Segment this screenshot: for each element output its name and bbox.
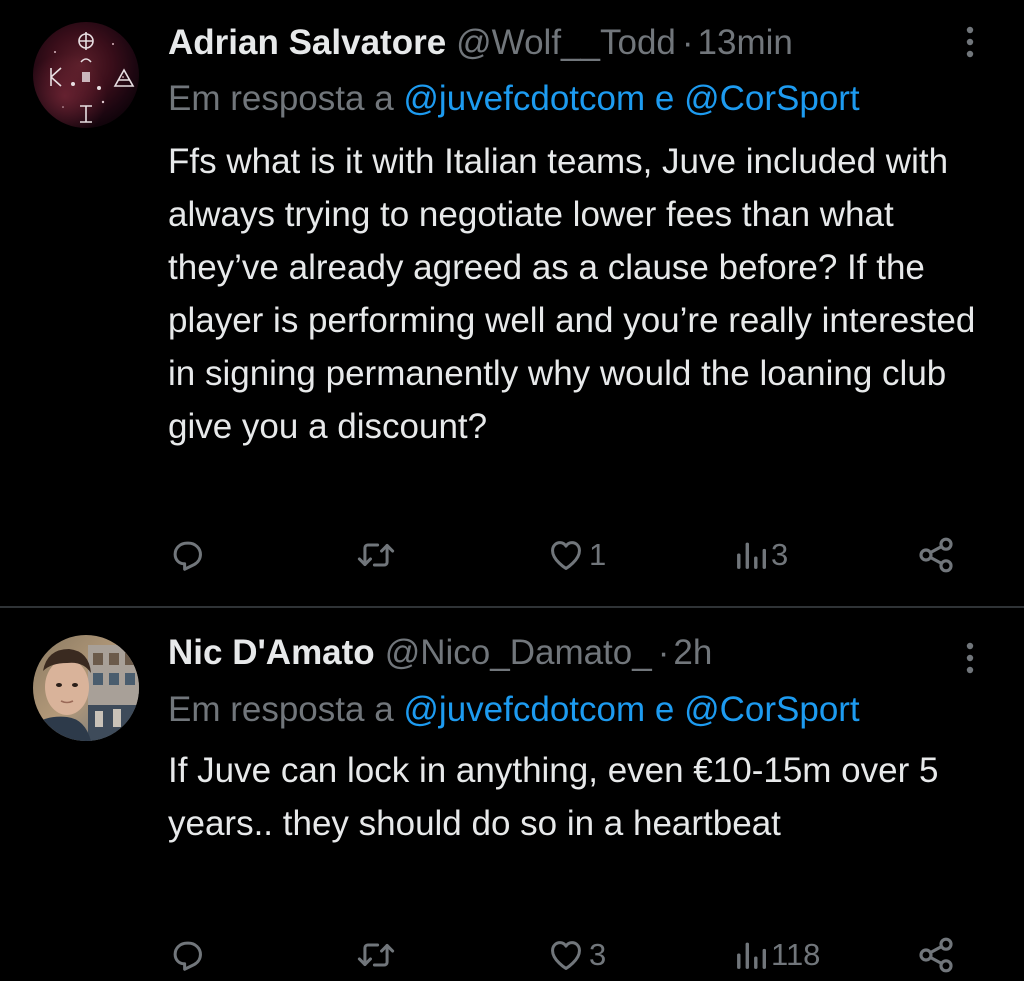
tweet-text: Ffs what is it with Italian teams, Juve … bbox=[168, 142, 976, 446]
heart-icon bbox=[551, 941, 581, 970]
separator: · bbox=[681, 23, 694, 62]
mention-link[interactable]: @juvefcdotcom bbox=[403, 690, 645, 729]
reply-joiner: e bbox=[654, 690, 675, 729]
repost-button[interactable] bbox=[355, 930, 397, 980]
author-name[interactable]: Nic D'Amato bbox=[168, 633, 375, 672]
tweet-text: If Juve can lock in anything, even €10-1… bbox=[168, 751, 939, 843]
share-button[interactable] bbox=[916, 530, 956, 580]
tweet[interactable]: Adrian Salvatore @Wolf__Todd · 13min Em res… bbox=[0, 0, 1024, 606]
mention-link[interactable]: @juvefcdotcom bbox=[403, 79, 645, 118]
reply-icon bbox=[173, 541, 202, 571]
action-bar: 3 118 bbox=[0, 930, 1024, 980]
views-button[interactable]: 3 bbox=[734, 530, 788, 580]
repost-icon bbox=[357, 543, 395, 567]
timestamp[interactable]: 2h bbox=[673, 633, 712, 672]
views-button[interactable]: 118 bbox=[734, 930, 820, 980]
avatar[interactable] bbox=[33, 22, 139, 128]
reply-context: Em resposta a @juvefcdotcom e @CorSport bbox=[168, 689, 860, 731]
reply-icon bbox=[173, 941, 202, 971]
reply-context: Em resposta a @juvefcdotcom e @CorSport bbox=[168, 78, 860, 120]
repost-button[interactable] bbox=[355, 530, 397, 580]
author-handle[interactable]: @Nico_Damato_ bbox=[385, 633, 652, 672]
person-photo-avatar-icon bbox=[33, 635, 139, 741]
more-vertical-icon[interactable] bbox=[958, 638, 982, 682]
occult-symbols-avatar-icon bbox=[33, 22, 139, 128]
timestamp[interactable]: 13min bbox=[698, 23, 793, 62]
reply-prefix: Em resposta a bbox=[168, 79, 394, 118]
author-name[interactable]: Adrian Salvatore bbox=[168, 23, 446, 62]
view-count: 3 bbox=[771, 537, 789, 572]
tweet-header: Nic D'Amato @Nico_Damato_ · 2h bbox=[168, 633, 712, 673]
views-bar-chart-icon bbox=[737, 942, 766, 969]
avatar[interactable] bbox=[33, 635, 139, 741]
like-count: 1 bbox=[589, 537, 607, 572]
heart-icon bbox=[551, 541, 581, 570]
action-bar: 1 3 bbox=[0, 530, 1024, 580]
tweet-header: Adrian Salvatore @Wolf__Todd · 13min bbox=[168, 23, 793, 63]
reply-button[interactable] bbox=[168, 930, 206, 980]
like-count: 3 bbox=[589, 937, 607, 972]
reply-button[interactable] bbox=[168, 530, 206, 580]
separator: · bbox=[657, 633, 670, 672]
repost-icon bbox=[357, 943, 395, 967]
tweet[interactable]: Nic D'Amato @Nico_Damato_ · 2h Em resposta … bbox=[0, 608, 1024, 981]
like-button[interactable]: 1 bbox=[546, 530, 606, 580]
mention-link[interactable]: @CorSport bbox=[684, 690, 860, 729]
share-icon bbox=[919, 937, 953, 973]
share-icon bbox=[919, 537, 953, 573]
mention-link[interactable]: @CorSport bbox=[684, 79, 860, 118]
more-vertical-icon[interactable] bbox=[958, 22, 982, 66]
like-button[interactable]: 3 bbox=[546, 930, 606, 980]
views-bar-chart-icon bbox=[737, 542, 766, 569]
view-count: 118 bbox=[771, 937, 821, 972]
author-handle[interactable]: @Wolf__Todd bbox=[456, 23, 676, 62]
reply-joiner: e bbox=[654, 79, 675, 118]
share-button[interactable] bbox=[916, 930, 956, 980]
reply-prefix: Em resposta a bbox=[168, 690, 394, 729]
